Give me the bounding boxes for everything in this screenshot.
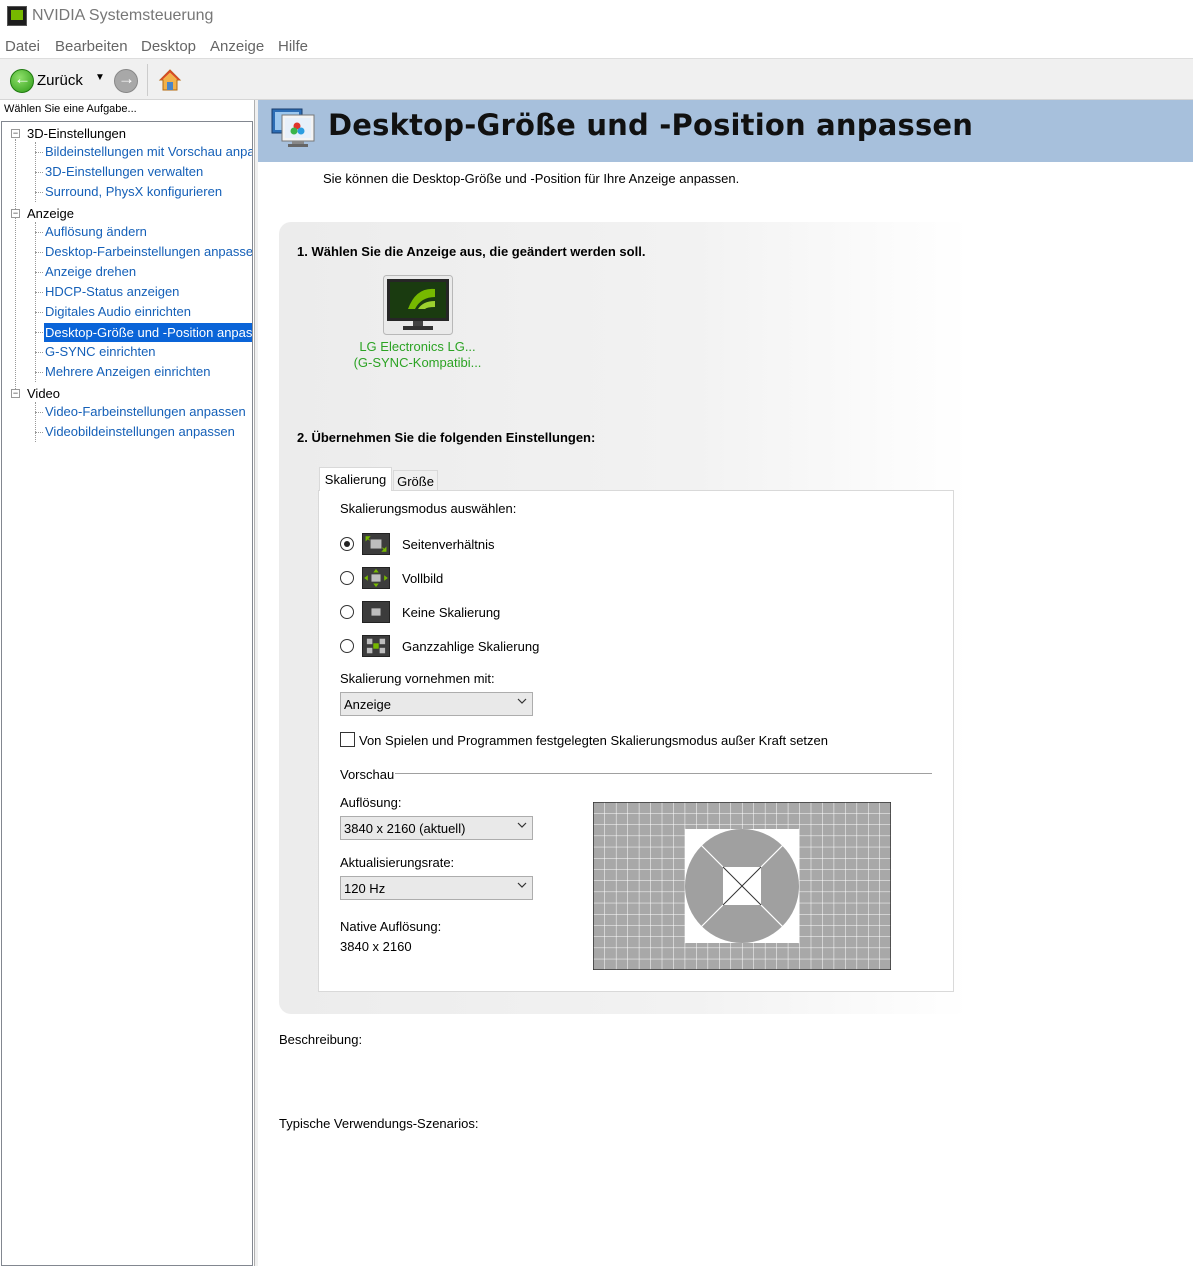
refresh-rate-label: Aktualisierungsrate: bbox=[340, 855, 455, 870]
tree-group-anzeige[interactable]: Anzeige bbox=[27, 206, 74, 221]
back-arrow-icon[interactable] bbox=[10, 69, 34, 93]
native-resolution-label: Native Auflösung: bbox=[340, 919, 442, 934]
radio-ganzzahlige-skalierung[interactable] bbox=[340, 639, 354, 653]
aspect-ratio-scaling-icon bbox=[362, 533, 390, 555]
menu-desktop[interactable]: Desktop bbox=[141, 38, 196, 55]
tree-group-video[interactable]: Video bbox=[27, 386, 60, 401]
refresh-rate-value: 120 Hz bbox=[344, 881, 386, 896]
forward-arrow-icon[interactable] bbox=[114, 69, 138, 93]
tree-line bbox=[35, 402, 36, 442]
page-title: Desktop-Größe und -Position anpassen bbox=[328, 108, 974, 142]
panel-splitter[interactable] bbox=[254, 100, 258, 1266]
chevron-down-icon bbox=[517, 698, 527, 704]
tree-item-surround-physx[interactable]: Surround, PhysX konfigurieren bbox=[44, 184, 223, 199]
tree-item-desktop-groesse-selected[interactable]: Desktop-Größe und -Position anpass bbox=[44, 323, 252, 342]
preview-group-label: Vorschau bbox=[340, 767, 395, 782]
toolbar: Zurück ▼ bbox=[0, 58, 1193, 100]
override-scaling-checkbox[interactable] bbox=[340, 732, 355, 747]
tree-group-3d-einstellungen[interactable]: 3D-Einstellungen bbox=[27, 126, 126, 141]
menu-anzeige[interactable]: Anzeige bbox=[210, 38, 264, 55]
menu-hilfe[interactable]: Hilfe bbox=[278, 38, 308, 55]
page-intro: Sie können die Desktop-Größe und -Positi… bbox=[323, 171, 740, 186]
chevron-down-icon bbox=[517, 822, 527, 828]
home-icon[interactable] bbox=[158, 68, 182, 92]
tree-item-videobild[interactable]: Videobildeinstellungen anpassen bbox=[44, 424, 236, 439]
nvidia-app-icon bbox=[7, 6, 27, 26]
radio-vollbild[interactable] bbox=[340, 571, 354, 585]
tree-item-farbeinstellungen[interactable]: Desktop-Farbeinstellungen anpasser bbox=[44, 244, 252, 259]
usage-scenarios-label: Typische Verwendungs-Szenarios: bbox=[279, 1116, 479, 1131]
integer-scaling-icon bbox=[362, 635, 390, 657]
task-prompt-label: Wählen Sie eine Aufgabe... bbox=[4, 103, 137, 115]
tree-item-anzeige-drehen[interactable]: Anzeige drehen bbox=[44, 264, 137, 279]
window-title: NVIDIA Systemsteuerung bbox=[32, 7, 214, 24]
scaling-on-value: Anzeige bbox=[344, 697, 391, 712]
keine-skalierung-label[interactable]: Keine Skalierung bbox=[402, 605, 500, 620]
tree-item-video-farbe[interactable]: Video-Farbeinstellungen anpassen bbox=[44, 404, 247, 419]
no-scaling-icon bbox=[362, 601, 390, 623]
scaling-mode-label: Skalierungsmodus auswählen: bbox=[340, 501, 517, 516]
monitor-label[interactable]: LG Electronics LG... (G-SYNC-Kompatibi..… bbox=[340, 339, 495, 371]
resolution-dropdown[interactable]: 3840 x 2160 (aktuell) bbox=[340, 816, 533, 840]
refresh-rate-dropdown[interactable]: 120 Hz bbox=[340, 876, 533, 900]
collapse-toggle-3d[interactable]: − bbox=[11, 129, 20, 138]
step1-heading: 1. Wählen Sie die Anzeige aus, die geänd… bbox=[297, 244, 646, 259]
tree-item-digitales-audio[interactable]: Digitales Audio einrichten bbox=[44, 304, 192, 319]
scaling-preview-pattern bbox=[593, 802, 891, 970]
description-label: Beschreibung: bbox=[279, 1032, 363, 1047]
tree-item-gsync[interactable]: G-SYNC einrichten bbox=[44, 344, 157, 359]
tree-item-aufloesung[interactable]: Auflösung ändern bbox=[44, 224, 148, 239]
tab-groesse[interactable]: Größe bbox=[393, 470, 438, 491]
resolution-value: 3840 x 2160 (aktuell) bbox=[344, 821, 466, 836]
toolbar-separator bbox=[147, 64, 148, 96]
scaling-on-dropdown[interactable]: Anzeige bbox=[340, 692, 533, 716]
tree-item-mehrere-anzeigen[interactable]: Mehrere Anzeigen einrichten bbox=[44, 364, 212, 379]
chevron-down-icon bbox=[517, 882, 527, 888]
monitor-label-line1: LG Electronics LG... bbox=[359, 339, 476, 354]
tree-item-bildeinstellungen[interactable]: Bildeinstellungen mit Vorschau anpa bbox=[44, 144, 252, 159]
resolution-label: Auflösung: bbox=[340, 795, 402, 810]
radio-seitenverhaeltnis[interactable] bbox=[340, 537, 354, 551]
scaling-on-label: Skalierung vornehmen mit: bbox=[340, 671, 495, 686]
ganzzahlige-skalierung-label[interactable]: Ganzzahlige Skalierung bbox=[402, 639, 539, 654]
tree-item-3d-verwalten[interactable]: 3D-Einstellungen verwalten bbox=[44, 164, 204, 179]
back-history-dropdown-icon[interactable]: ▼ bbox=[95, 72, 105, 83]
collapse-toggle-video[interactable]: − bbox=[11, 389, 20, 398]
radio-keine-skalierung[interactable] bbox=[340, 605, 354, 619]
title-bar: NVIDIA Systemsteuerung bbox=[0, 0, 1193, 34]
menu-bar: Datei Bearbeiten Desktop Anzeige Hilfe bbox=[0, 34, 1193, 58]
task-tree[interactable]: − 3D-Einstellungen Bildeinstellungen mit… bbox=[1, 121, 253, 1266]
fullscreen-scaling-icon bbox=[362, 567, 390, 589]
vollbild-label[interactable]: Vollbild bbox=[402, 571, 443, 586]
back-button[interactable]: Zurück bbox=[37, 72, 83, 89]
menu-datei[interactable]: Datei bbox=[5, 38, 40, 55]
seitenverhaeltnis-label[interactable]: Seitenverhältnis bbox=[402, 537, 495, 552]
collapse-toggle-anzeige[interactable]: − bbox=[11, 209, 20, 218]
tree-item-hdcp[interactable]: HDCP-Status anzeigen bbox=[44, 284, 180, 299]
tab-skalierung[interactable]: Skalierung bbox=[319, 467, 392, 491]
tree-line bbox=[35, 222, 36, 382]
step2-heading: 2. Übernehmen Sie die folgenden Einstell… bbox=[297, 430, 596, 445]
native-resolution-value: 3840 x 2160 bbox=[340, 939, 412, 954]
display-settings-icon bbox=[271, 108, 315, 147]
menu-bearbeiten[interactable]: Bearbeiten bbox=[55, 38, 128, 55]
preview-divider bbox=[395, 773, 932, 774]
monitor-label-line2: (G-SYNC-Kompatibi... bbox=[353, 355, 482, 370]
monitor-icon[interactable] bbox=[383, 275, 453, 335]
tree-line bbox=[15, 139, 16, 397]
override-scaling-label[interactable]: Von Spielen und Programmen festgelegten … bbox=[359, 733, 828, 748]
